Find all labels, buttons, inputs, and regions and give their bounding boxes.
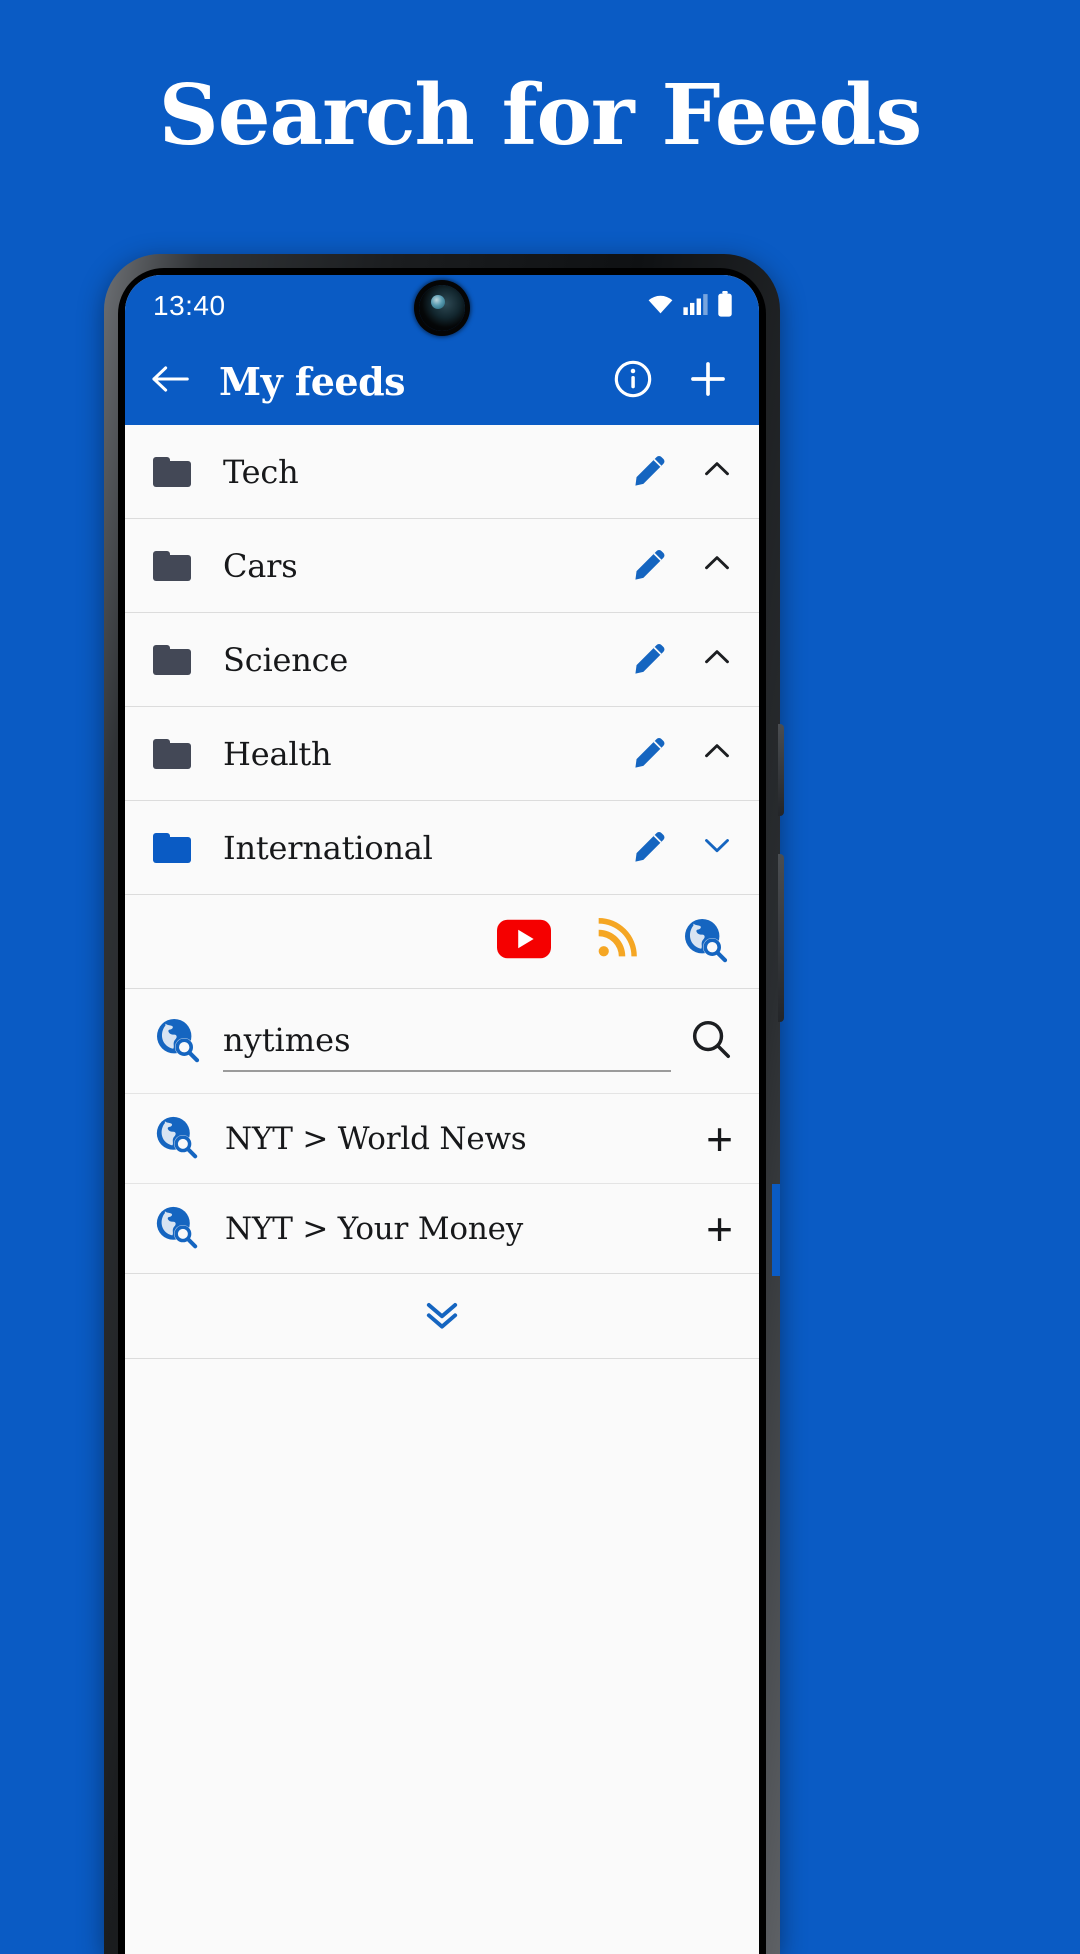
edit-icon[interactable] [631, 544, 669, 587]
folder-icon [153, 738, 191, 769]
search-result-title: NYT > Your Money [225, 1210, 524, 1247]
chevron-up-icon[interactable] [699, 545, 735, 586]
folder-label: Science [223, 640, 349, 679]
folder-icon [153, 832, 191, 863]
folder-icon [153, 550, 191, 581]
promo-headline: Search for Feeds [158, 66, 923, 164]
wifi-icon [647, 293, 674, 320]
folder-row-science[interactable]: Science [125, 613, 759, 707]
edit-icon[interactable] [631, 732, 669, 775]
app-bar: My feeds [125, 337, 759, 425]
folder-row-international[interactable]: International [125, 801, 759, 895]
edit-icon[interactable] [631, 638, 669, 681]
cellular-signal-icon [683, 293, 708, 320]
phone-screen: 13:40 My feeds Tech Cars Science Health … [125, 275, 759, 1954]
scrollbar-thumb[interactable] [772, 1184, 780, 1276]
edit-icon[interactable] [631, 450, 669, 493]
youtube-icon[interactable] [497, 919, 551, 964]
status-icon-group [647, 290, 733, 322]
back-arrow-icon[interactable] [149, 364, 191, 399]
source-type-row [125, 895, 759, 989]
web-search-icon[interactable] [681, 915, 729, 968]
add-result-button[interactable]: + [706, 1116, 733, 1162]
folder-icon [153, 456, 191, 487]
rss-icon[interactable] [595, 918, 637, 965]
chevron-up-icon[interactable] [699, 639, 735, 680]
search-result-row[interactable]: NYT > Your Money + [125, 1183, 759, 1273]
web-search-icon [153, 1015, 201, 1068]
search-input[interactable]: nytimes [223, 1010, 671, 1072]
web-search-icon [153, 1203, 199, 1254]
status-bar: 13:40 [125, 275, 759, 337]
feed-search-row: nytimes [125, 989, 759, 1093]
folder-list: Tech Cars Science Health International n… [125, 425, 759, 1759]
folder-label: Health [223, 734, 332, 773]
search-result-row[interactable]: NYT > World News + [125, 1093, 759, 1183]
search-icon[interactable] [689, 1017, 733, 1066]
plus-icon[interactable] [687, 358, 729, 405]
chevron-up-icon[interactable] [699, 733, 735, 774]
search-result-title: NYT > World News [225, 1120, 527, 1157]
phone-power-button [778, 854, 784, 1022]
folder-row-cars[interactable]: Cars [125, 519, 759, 613]
folder-icon [153, 644, 191, 675]
show-more-row[interactable] [125, 1273, 759, 1359]
status-time: 13:40 [153, 290, 226, 321]
chevron-down-icon[interactable] [699, 827, 735, 868]
front-camera-punch-hole [419, 285, 465, 331]
double-chevron-down-icon[interactable] [419, 1294, 465, 1339]
folder-label: International [223, 828, 433, 867]
phone-device-frame: 13:40 My feeds Tech Cars Science Health … [104, 254, 784, 1954]
add-result-button[interactable]: + [706, 1206, 733, 1252]
folder-label: Cars [223, 546, 298, 585]
folder-row-tech[interactable]: Tech [125, 425, 759, 519]
chevron-up-icon[interactable] [699, 451, 735, 492]
folder-row-health[interactable]: Health [125, 707, 759, 801]
web-search-icon [153, 1113, 199, 1164]
app-bar-title: My feeds [219, 358, 406, 404]
search-input-value: nytimes [223, 1021, 351, 1059]
folder-label: Tech [223, 452, 299, 491]
phone-volume-button [778, 724, 784, 816]
battery-icon [717, 290, 733, 322]
info-icon[interactable] [613, 359, 653, 404]
empty-content-area [125, 1359, 759, 1759]
edit-icon[interactable] [631, 826, 669, 869]
